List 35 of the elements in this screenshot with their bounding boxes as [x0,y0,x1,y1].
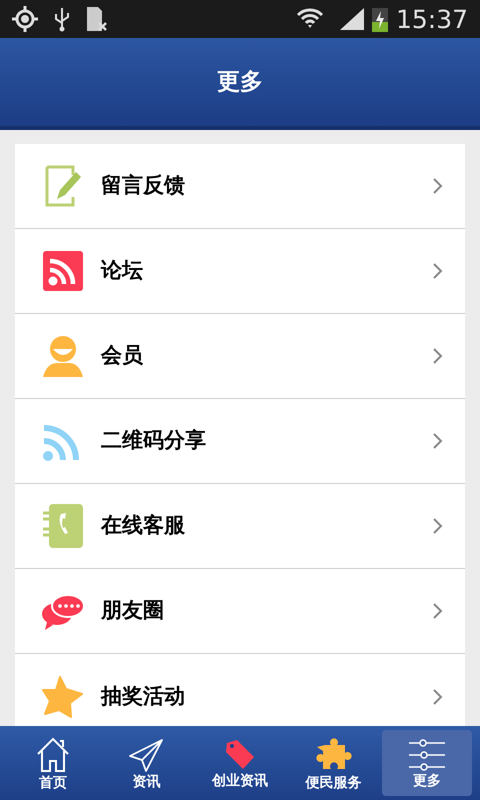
tab-item[interactable]: 便民服务 [288,730,378,796]
house-icon [36,736,70,772]
menu-item[interactable]: 会员 [15,314,465,399]
tab-item[interactable]: 更多 [382,730,472,796]
chevron-right-icon [433,178,443,194]
sliders-icon [409,738,446,770]
sim-card-icon [86,6,108,32]
menu-item[interactable]: 抽奖活动 [15,654,465,726]
signal-icon [340,8,364,30]
chevron-right-icon [433,518,443,534]
menu-item[interactable]: 朋友圈 [15,569,465,654]
person-icon [43,335,83,377]
chevron-right-icon [433,263,443,279]
battery-icon [372,6,388,32]
page-title: 更多 [217,68,263,97]
tab-item[interactable]: 资讯 [102,730,192,796]
usb-icon [54,6,70,32]
paper-plane-icon [128,738,164,772]
clock: 15:37 [396,6,468,32]
pencil-note-icon [45,165,81,207]
chevron-right-icon [433,433,443,449]
menu-item[interactable]: 论坛 [15,229,465,314]
chevron-right-icon [433,688,443,704]
tag-icon [224,738,255,770]
tab-item[interactable]: 首页 [8,730,98,796]
location-icon [12,6,38,32]
menu-item[interactable]: 在线客服 [15,484,465,569]
chevron-right-icon [433,348,443,364]
chevron-right-icon [433,603,443,619]
menu-item[interactable]: 二维码分享 [15,399,465,484]
tab-item[interactable]: 创业资讯 [195,730,285,796]
menu-item[interactable]: 留言反馈 [15,144,465,229]
rss-icon [43,251,83,291]
phone-book-icon [43,504,83,548]
star-icon [42,676,84,718]
